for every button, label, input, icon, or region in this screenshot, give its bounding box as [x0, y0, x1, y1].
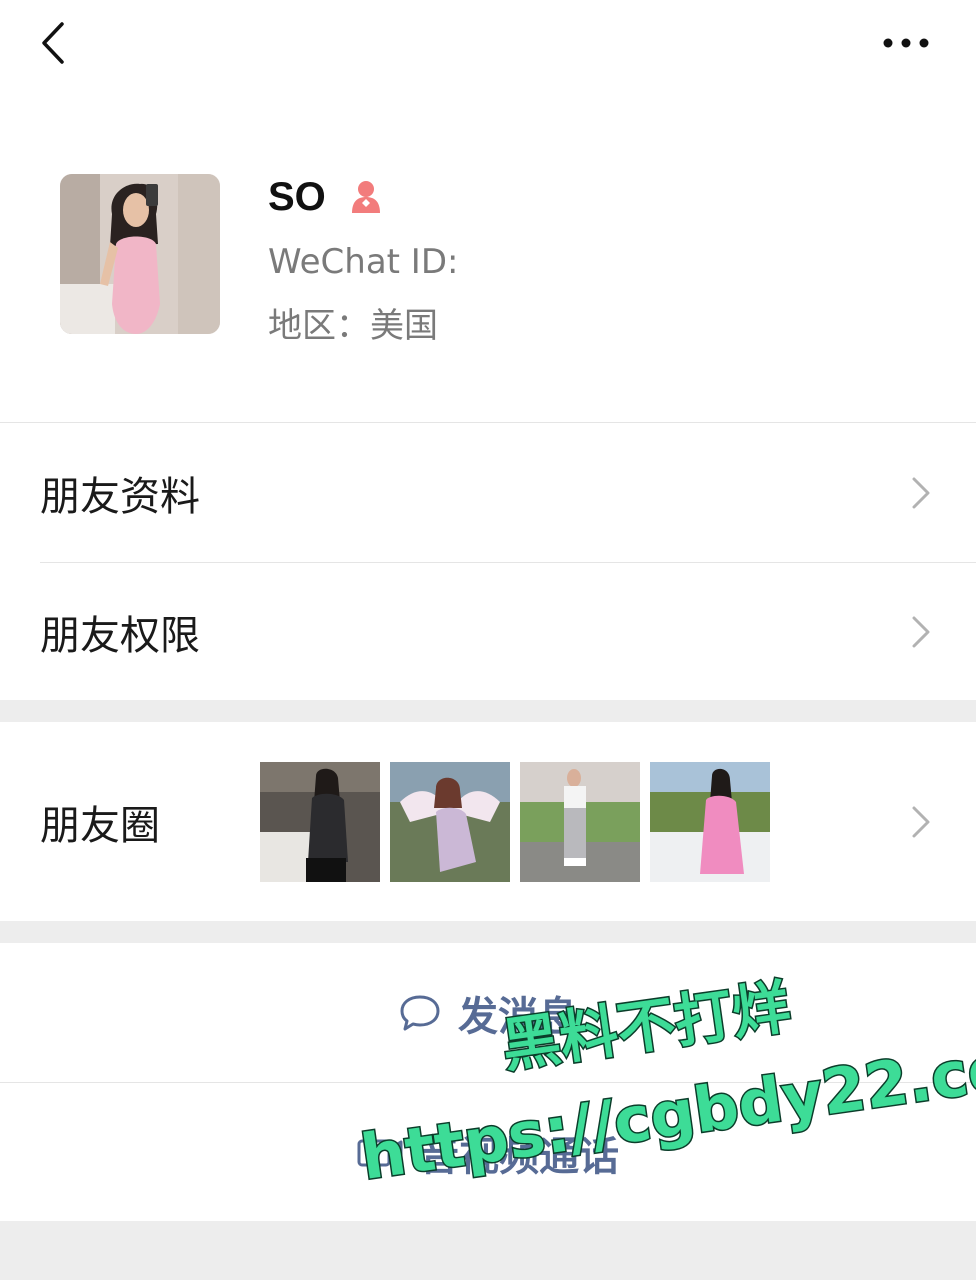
avatar[interactable] — [60, 174, 220, 334]
friend-settings-group: 朋友资料 朋友权限 — [0, 422, 976, 700]
moments-thumbnails — [260, 762, 770, 882]
moments-label: 朋友圈 — [40, 802, 160, 849]
moments-thumbnail — [260, 762, 380, 882]
female-icon — [351, 181, 380, 213]
moments-thumbnail — [520, 762, 640, 882]
video-call-label: 音视频通话 — [419, 1133, 619, 1180]
moments-thumbnail — [390, 762, 510, 882]
wechat-id-label: WeChat ID: — [268, 242, 459, 282]
friend-permissions-row[interactable]: 朋友权限 — [40, 562, 976, 701]
chat-bubble-icon — [400, 995, 440, 1030]
chevron-left-icon — [42, 22, 64, 64]
actions-group: 发消息 音视频通话 — [0, 943, 976, 1221]
profile-name: SO — [268, 174, 326, 219]
more-dots-icon — [883, 38, 929, 48]
chevron-right-icon — [912, 806, 930, 837]
moments-thumbnail — [650, 762, 770, 882]
name-row: SO — [268, 172, 386, 222]
friend-info-row[interactable]: 朋友资料 — [40, 423, 976, 562]
friend-permissions-label: 朋友权限 — [40, 612, 200, 659]
video-camera-icon — [357, 1139, 403, 1166]
moments-row[interactable]: 朋友圈 — [0, 722, 976, 921]
send-message-label: 发消息 — [458, 993, 578, 1040]
chevron-right-icon — [912, 477, 930, 508]
top-bar — [0, 0, 976, 110]
profile-card: SO WeChat ID: 地区：美国 — [0, 110, 976, 422]
send-message-button[interactable]: 发消息 — [0, 943, 976, 1082]
video-call-button[interactable]: 音视频通话 — [0, 1083, 976, 1222]
avatar-photo — [60, 174, 220, 334]
region-text: 地区：美国 — [268, 306, 438, 346]
back-button[interactable] — [30, 18, 80, 68]
friend-info-label: 朋友资料 — [40, 473, 200, 520]
more-options-button[interactable] — [876, 28, 936, 58]
chevron-right-icon — [912, 616, 930, 647]
